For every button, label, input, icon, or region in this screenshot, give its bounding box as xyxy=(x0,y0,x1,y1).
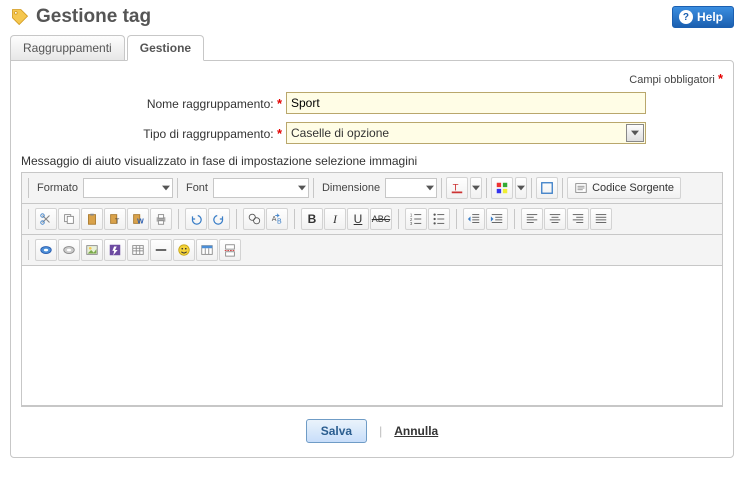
font-select[interactable] xyxy=(213,178,309,198)
undo-button[interactable] xyxy=(185,208,207,230)
paste-text-button[interactable]: T xyxy=(104,208,126,230)
maximize-button[interactable] xyxy=(536,177,558,199)
grouping-type-value: Caselle di opzione xyxy=(291,126,389,140)
font-label: Font xyxy=(182,182,211,194)
tab-raggruppamenti[interactable]: Raggruppamenti xyxy=(10,35,125,61)
rich-text-editor: Formato Font Dimensione T xyxy=(21,172,723,407)
bg-color-dropdown[interactable] xyxy=(515,177,527,199)
outdent-button[interactable] xyxy=(463,208,485,230)
align-left-button[interactable] xyxy=(521,208,543,230)
name-label: Nome raggruppamento: * xyxy=(21,96,286,111)
main-panel: Campi obbligatori * Nome raggruppamento:… xyxy=(10,60,734,458)
indent-button[interactable] xyxy=(486,208,508,230)
editor-content-area[interactable] xyxy=(22,266,722,406)
strikethrough-button[interactable]: ABC xyxy=(370,208,392,230)
grouping-type-select[interactable]: Caselle di opzione xyxy=(286,122,646,144)
format-label: Formato xyxy=(33,182,81,194)
tag-icon xyxy=(10,7,30,27)
svg-text:B: B xyxy=(277,218,282,225)
flash-button[interactable] xyxy=(104,239,126,261)
type-label: Tipo di raggruppamento: * xyxy=(21,126,286,141)
grouping-name-input[interactable] xyxy=(286,92,646,114)
svg-text:A: A xyxy=(272,216,277,223)
format-select[interactable] xyxy=(83,178,173,198)
paste-word-button[interactable]: W xyxy=(127,208,149,230)
editor-toolbar-row-1: Formato Font Dimensione T xyxy=(22,173,722,204)
page-break-button[interactable] xyxy=(219,239,241,261)
tab-bar: Raggruppamenti Gestione xyxy=(0,28,744,60)
unlink-button[interactable] xyxy=(58,239,80,261)
required-fields-note: Campi obbligatori * xyxy=(21,71,723,86)
action-separator: | xyxy=(379,424,382,438)
tab-gestione[interactable]: Gestione xyxy=(127,35,204,61)
page-title: Gestione tag xyxy=(36,6,151,28)
save-button[interactable]: Salva xyxy=(306,419,367,443)
text-color-button[interactable]: T xyxy=(446,177,468,199)
editor-toolbar-row-3 xyxy=(22,235,722,266)
copy-button[interactable] xyxy=(58,208,80,230)
horizontal-rule-button[interactable] xyxy=(150,239,172,261)
cut-button[interactable] xyxy=(35,208,57,230)
find-button[interactable] xyxy=(243,208,265,230)
align-justify-button[interactable] xyxy=(590,208,612,230)
table-button[interactable] xyxy=(127,239,149,261)
link-button[interactable] xyxy=(35,239,57,261)
print-button[interactable] xyxy=(150,208,172,230)
editor-toolbar-row-2: T W AB B I U ABC 123 xyxy=(22,204,722,235)
special-char-button[interactable] xyxy=(196,239,218,261)
help-label: Help xyxy=(697,10,723,24)
help-message-label: Messaggio di aiuto visualizzato in fase … xyxy=(21,154,723,168)
smiley-button[interactable] xyxy=(173,239,195,261)
size-label: Dimensione xyxy=(318,182,383,194)
svg-text:3: 3 xyxy=(410,221,413,226)
redo-button[interactable] xyxy=(208,208,230,230)
source-code-button[interactable]: Codice Sorgente xyxy=(567,177,681,199)
bg-color-button[interactable] xyxy=(491,177,513,199)
help-button[interactable]: ? Help xyxy=(672,6,734,28)
align-center-button[interactable] xyxy=(544,208,566,230)
chevron-down-icon xyxy=(626,124,644,142)
size-select[interactable] xyxy=(385,178,437,198)
unordered-list-button[interactable] xyxy=(428,208,450,230)
align-right-button[interactable] xyxy=(567,208,589,230)
svg-text:T: T xyxy=(115,218,120,225)
paste-button[interactable] xyxy=(81,208,103,230)
replace-button[interactable]: AB xyxy=(266,208,288,230)
ordered-list-button[interactable]: 123 xyxy=(405,208,427,230)
underline-button[interactable]: U xyxy=(347,208,369,230)
help-icon: ? xyxy=(679,10,693,24)
svg-text:W: W xyxy=(137,218,144,225)
image-button[interactable] xyxy=(81,239,103,261)
text-color-dropdown[interactable] xyxy=(470,177,482,199)
italic-button[interactable]: I xyxy=(324,208,346,230)
bold-button[interactable]: B xyxy=(301,208,323,230)
cancel-link[interactable]: Annulla xyxy=(394,424,438,438)
